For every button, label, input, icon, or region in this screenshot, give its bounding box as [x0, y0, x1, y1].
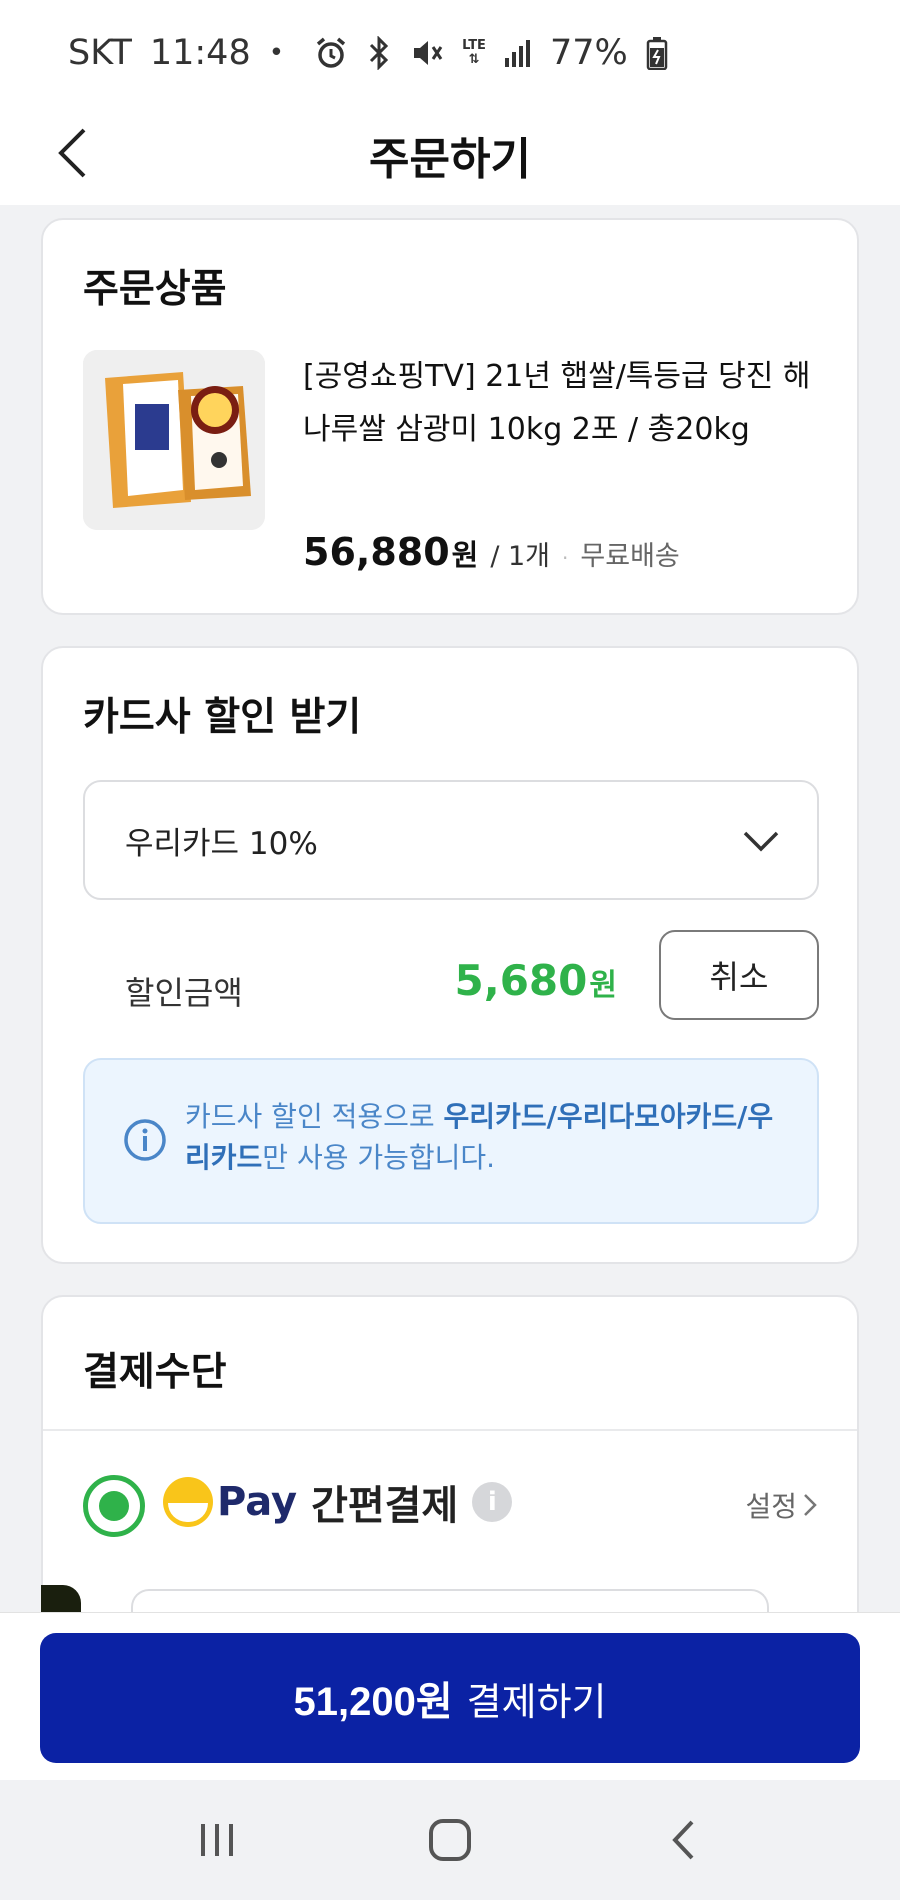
pay-brand-label: Pay	[217, 1479, 298, 1525]
order-product-title: 주문상품	[83, 267, 227, 312]
product-name: [공영쇼핑TV] 21년 햅쌀/특등급 당진 해나루쌀 삼광미 10kg 2포 …	[303, 359, 811, 447]
card-discount-title: 카드사 할인 받기	[83, 695, 362, 740]
bluetooth-icon	[366, 35, 392, 70]
divider	[43, 1429, 857, 1431]
product-price-row: 56,880 원 / 1개 · 무료배송	[303, 530, 680, 574]
rice-bag-image[interactable]	[83, 350, 265, 530]
nav-back-icon[interactable]	[643, 1800, 723, 1880]
discount-info-text: 카드사 할인 적용으로 우리카드/우리다모아카드/우리카드만 사용 가능합니다.	[185, 1096, 785, 1178]
card-discount-card: 카드사 할인 받기 우리카드 10% 할인금액 5,680 원 취소 카드사 할…	[41, 646, 859, 1264]
data-arrows-icon: ⇅	[468, 51, 480, 67]
pay-bar: 51,200원 결제하기	[0, 1612, 900, 1780]
signal-icon	[504, 38, 532, 68]
lte-icon: LTE ⇅	[462, 37, 486, 67]
discount-amount: 5,680 원	[455, 956, 617, 1005]
discount-info-box: 카드사 할인 적용으로 우리카드/우리다모아카드/우리카드만 사용 가능합니다.	[83, 1058, 819, 1224]
discount-amount-value: 5,680	[454, 956, 588, 1005]
product-quantity: / 1개	[490, 541, 551, 572]
shipping-label: 무료배송	[580, 541, 680, 572]
page-title: 주문하기	[369, 134, 531, 185]
alarm-icon	[314, 36, 348, 70]
time-label: 11:48	[149, 32, 251, 73]
back-arrow-icon[interactable]	[42, 123, 102, 183]
help-icon[interactable]: i	[472, 1482, 513, 1522]
info-icon	[123, 1118, 167, 1166]
payment-method-title: 결제수단	[83, 1350, 227, 1395]
discount-amount-unit: 원	[589, 968, 617, 1003]
easy-pay-title: 간편결제	[311, 1483, 459, 1529]
info-text-plain: 카드사 할인 적용으로	[185, 1100, 444, 1133]
notification-dot: •	[268, 37, 285, 68]
chevron-down-icon	[743, 824, 779, 860]
separator-dot: ·	[562, 546, 569, 570]
pay-logo-icon	[163, 1477, 213, 1527]
pay-settings-label: 설정	[745, 1490, 797, 1523]
network-label: LTE	[462, 37, 486, 53]
carrier-label: SKT	[68, 32, 132, 73]
discount-amount-label: 할인금액	[125, 974, 243, 1012]
header: 주문하기	[0, 105, 900, 205]
order-product-card: 주문상품 [공영쇼핑TV] 21년 햅쌀/특등급 당진 해나루쌀 삼광미 10k…	[41, 218, 859, 615]
cancel-discount-button[interactable]: 취소	[659, 930, 819, 1020]
mute-icon	[410, 36, 444, 70]
status-bar: SKT 11:48 • LTE ⇅ 77%	[0, 0, 900, 105]
recent-apps-icon[interactable]	[177, 1800, 257, 1880]
product-price: 56,880	[303, 530, 450, 574]
pay-button[interactable]: 51,200원 결제하기	[40, 1633, 860, 1763]
pay-settings-link[interactable]: 설정	[745, 1485, 817, 1525]
easy-pay-radio[interactable]	[83, 1475, 145, 1537]
chevron-right-icon	[804, 1494, 817, 1516]
info-text-tail: 만 사용 가능합니다.	[262, 1141, 496, 1174]
easy-pay-option[interactable]: Pay 간편결제 i	[163, 1473, 513, 1531]
pay-action-label: 결제하기	[466, 1681, 607, 1724]
card-select-dropdown[interactable]: 우리카드 10%	[83, 780, 819, 900]
selected-card-label: 우리카드 10%	[125, 825, 318, 862]
home-icon[interactable]	[410, 1800, 490, 1880]
battery-icon	[646, 36, 668, 70]
system-nav-bar	[0, 1780, 900, 1900]
battery-label: 77%	[549, 32, 628, 73]
pay-amount: 51,200원	[293, 1680, 453, 1724]
product-price-unit: 원	[451, 538, 479, 572]
